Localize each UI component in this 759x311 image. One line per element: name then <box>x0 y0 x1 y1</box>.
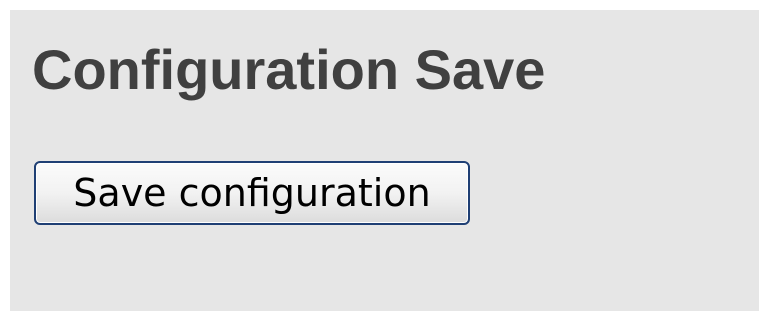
save-configuration-button[interactable]: Save configuration <box>34 161 470 225</box>
page-title: Configuration Save <box>32 38 546 101</box>
content-panel: Configuration Save Save configuration <box>10 10 759 311</box>
